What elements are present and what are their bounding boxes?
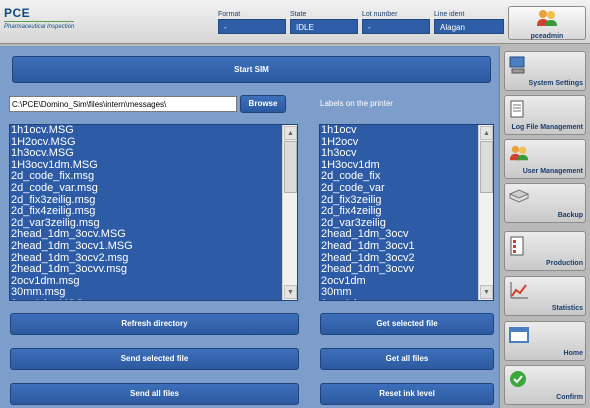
browse-button[interactable]: Browse — [240, 95, 286, 113]
send-all-files-button[interactable]: Send all files — [10, 383, 299, 405]
scroll-down-icon[interactable]: ▼ — [284, 285, 297, 299]
refresh-directory-button[interactable]: Refresh directory — [10, 313, 299, 335]
list-item[interactable]: 2head_1dm_3ocv1 — [321, 240, 480, 253]
home-label: Home — [563, 350, 583, 357]
log-file-management-label: Log File Management — [511, 124, 583, 131]
lot-number-field: Lot number - — [362, 10, 430, 34]
local-files-items: 1h1ocv.MSG 1H2ocv.MSG 1h3ocv.MSG 1H3ocv1dm.… — [10, 125, 284, 300]
list-item[interactable]: 2d_fix4zeilig — [321, 206, 480, 218]
scroll-thumb[interactable] — [284, 141, 297, 193]
system-settings-button[interactable]: System Settings — [504, 51, 586, 91]
list-item[interactable]: 2d_code_var — [321, 182, 480, 195]
format-value: - — [218, 19, 286, 34]
scroll-down-icon[interactable]: ▼ — [480, 285, 493, 299]
system-settings-label: System Settings — [528, 80, 583, 87]
user-management-label: User Management — [522, 168, 583, 175]
printer-labels-scrollbar[interactable]: ▲ ▼ — [478, 125, 493, 300]
scroll-thumb[interactable] — [480, 141, 493, 193]
users-icon — [509, 145, 529, 161]
list-item[interactable]: 1h1ocv.MSG — [11, 125, 284, 137]
list-item[interactable]: 2head_1dm_3ocvv — [321, 264, 480, 276]
local-files-scrollbar[interactable]: ▲ ▼ — [282, 125, 297, 300]
users-icon — [537, 10, 557, 26]
backup-label: Backup — [557, 212, 583, 219]
state-label: State — [290, 11, 307, 18]
statistics-label: Statistics — [551, 305, 583, 312]
get-all-files-button[interactable]: Get all files — [320, 348, 494, 370]
reset-ink-level-button[interactable]: Reset ink level — [320, 383, 494, 405]
line-ident-field: Line ident Alagan — [434, 10, 504, 34]
production-icon — [510, 236, 524, 256]
printer-labels-items: 1h1ocv 1H2ocv 1h3ocv 1H3ocv1dm 2d_code_fix 2d… — [320, 125, 480, 300]
home-icon — [509, 327, 529, 343]
document-icon — [510, 100, 524, 118]
log-file-management-button[interactable]: Log File Management — [504, 95, 586, 135]
confirm-button[interactable]: Confirm — [504, 365, 586, 405]
backup-button[interactable]: Backup — [504, 183, 586, 223]
list-item[interactable]: 1h1ocv — [321, 125, 480, 137]
computer-icon — [509, 56, 525, 74]
logo-title: PCE — [4, 6, 31, 20]
production-label: Production — [546, 260, 583, 267]
user-management-button[interactable]: User Management — [504, 139, 586, 179]
pce-logo: PCE Pharmaceutical Inspection — [4, 6, 78, 30]
format-label: Format — [218, 11, 241, 18]
list-item[interactable]: 2head_1dm_3ocvv.msg — [11, 264, 284, 276]
printer-labels-list[interactable]: 1h1ocv 1H2ocv 1h3ocv 1H3ocv1dm 2d_code_fix 2d… — [319, 124, 494, 301]
statistics-button[interactable]: Statistics — [504, 276, 586, 316]
confirm-check-icon — [510, 371, 526, 387]
state-value: IDLE — [290, 19, 358, 34]
list-item[interactable]: 3ocv1dm.MSG — [11, 298, 284, 300]
line-ident-label: Line ident — [434, 11, 465, 18]
format-field: Format - — [218, 10, 286, 34]
list-item[interactable]: 3ocv1dm — [321, 298, 480, 300]
lot-number-label: Lot number — [362, 11, 398, 18]
send-selected-file-button[interactable]: Send selected file — [10, 348, 299, 370]
user-name: pceadmin — [530, 33, 564, 40]
chart-icon — [510, 282, 528, 299]
list-item[interactable]: 2head_1dm_3ocv1.MSG — [11, 240, 284, 253]
header-bar: PCE Pharmaceutical Inspection Format - S… — [0, 0, 590, 44]
list-item[interactable]: 2d_fix4zeilig.msg — [11, 206, 284, 218]
scroll-up-icon[interactable]: ▲ — [284, 126, 297, 140]
printer-labels-title: Labels on the printer — [320, 99, 393, 108]
scroll-up-icon[interactable]: ▲ — [480, 126, 493, 140]
production-button[interactable]: Production — [504, 231, 586, 271]
directory-path-input[interactable] — [9, 96, 237, 112]
local-files-list[interactable]: 1h1ocv.MSG 1H2ocv.MSG 1h3ocv.MSG 1H3ocv1dm.… — [9, 124, 298, 301]
main-panel: Start SIM Browse Labels on the printer 1… — [0, 46, 500, 408]
home-button[interactable]: Home — [504, 321, 586, 361]
start-sim-button[interactable]: Start SIM — [12, 56, 491, 83]
get-selected-file-button[interactable]: Get selected file — [320, 313, 494, 335]
line-ident-value: Alagan — [434, 19, 504, 34]
user-button[interactable]: pceadmin — [508, 6, 586, 40]
state-field: State IDLE — [290, 10, 358, 34]
list-item[interactable]: 2d_code_var.msg — [11, 182, 284, 195]
backup-icon — [509, 189, 529, 203]
confirm-label: Confirm — [556, 394, 583, 401]
lot-number-value: - — [362, 19, 430, 34]
logo-subtitle: Pharmaceutical Inspection — [4, 24, 75, 30]
